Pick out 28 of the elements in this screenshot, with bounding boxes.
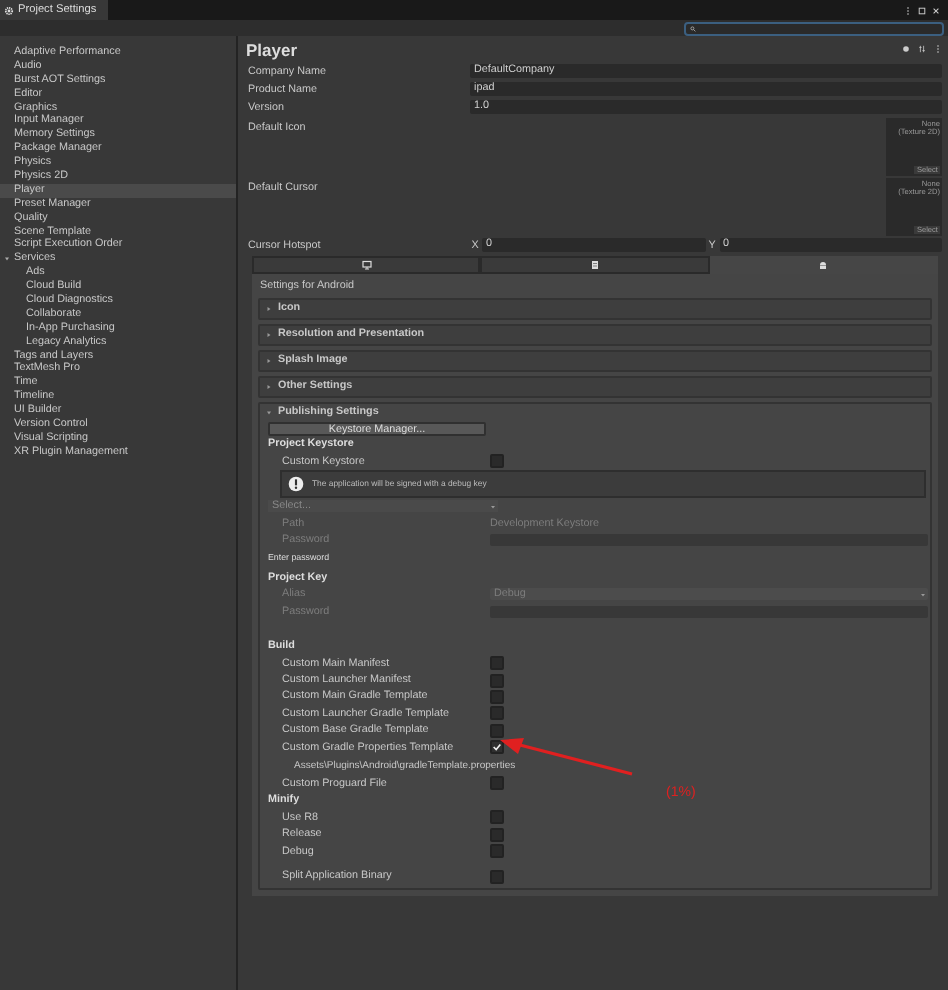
checkbox[interactable]	[490, 740, 504, 755]
server-icon	[589, 260, 600, 270]
checkbox[interactable]	[490, 869, 504, 884]
caret-icon	[266, 357, 272, 364]
monitor-icon	[361, 260, 372, 270]
checkbox[interactable]	[490, 656, 504, 671]
checkbox[interactable]	[490, 723, 504, 738]
checkbox[interactable]	[490, 689, 504, 704]
page-title: Player	[246, 39, 298, 59]
platform-tab[interactable]	[709, 256, 938, 274]
checkbox[interactable]	[490, 827, 504, 842]
checkbox[interactable]	[490, 706, 504, 721]
platform-tab[interactable]	[480, 256, 710, 274]
checkbox[interactable]	[490, 673, 504, 688]
checkbox[interactable]	[490, 810, 504, 825]
caret-icon	[266, 305, 272, 312]
checkbox[interactable]	[490, 844, 504, 859]
gear-icon	[4, 5, 14, 15]
caret-icon	[266, 383, 272, 390]
platform-tab[interactable]	[252, 256, 481, 274]
caret-icon	[266, 331, 272, 338]
checkbox[interactable]	[490, 776, 504, 791]
close-icon[interactable]	[932, 5, 940, 15]
warning-icon	[288, 475, 304, 492]
maximize-icon[interactable]	[918, 5, 926, 15]
search-field[interactable]	[684, 21, 944, 35]
search-icon	[690, 25, 696, 31]
checkbox[interactable]	[490, 454, 504, 469]
